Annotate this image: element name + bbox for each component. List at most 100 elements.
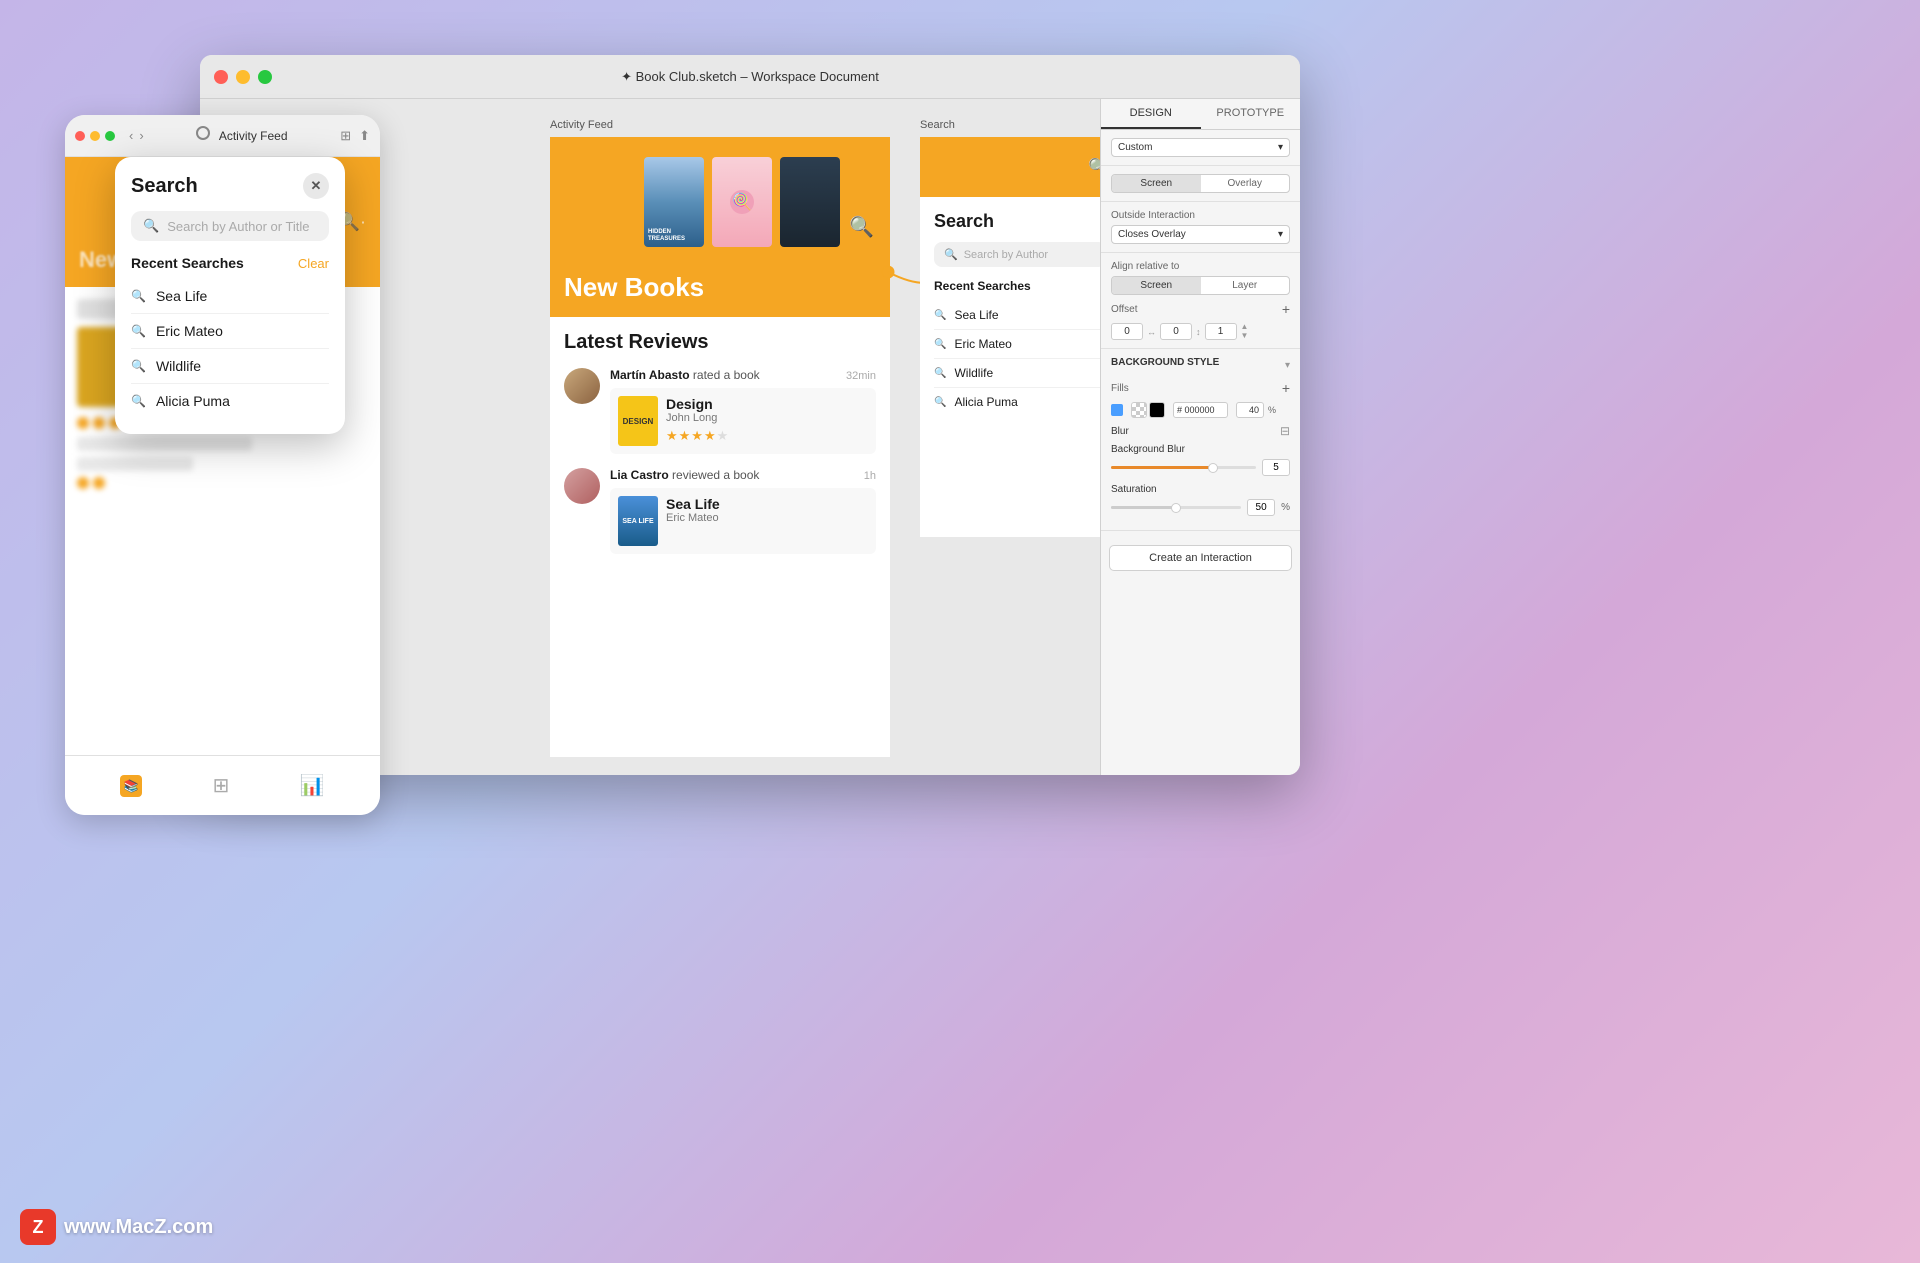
closes-overlay-dropdown[interactable]: Closes Overlay ▾ xyxy=(1111,225,1290,244)
book-title-2: Sea Life xyxy=(666,496,868,512)
sa-item-label-3: Wildlife xyxy=(954,366,993,380)
phone-search-item-1[interactable]: 🔍 Sea Life xyxy=(131,279,329,314)
overlay-btn[interactable]: Overlay xyxy=(1201,175,1290,192)
activity-artboard-content: New Books 🔍 HIDDENTREASURES 🍭 xyxy=(550,137,890,757)
sat-track[interactable] xyxy=(1111,506,1241,509)
phone-overlay-search-icon: 🔍 xyxy=(143,218,159,234)
tab-stats[interactable]: 📊 xyxy=(300,773,325,798)
blur-line-3 xyxy=(77,457,193,471)
sat-value-field[interactable]: 50 xyxy=(1247,499,1275,516)
fill-checkbox[interactable] xyxy=(1111,404,1123,416)
sa-search-icon: 🔍 xyxy=(944,248,958,261)
review-time-2: 1h xyxy=(864,470,876,482)
offset-arrows: ▲ ▼ xyxy=(1241,323,1249,340)
fullscreen-button[interactable] xyxy=(258,70,272,84)
phone-menu-icon[interactable]: ⊞ xyxy=(340,128,351,144)
sa-item-3[interactable]: 🔍 Wildlife xyxy=(934,359,1100,388)
new-books-title: New Books xyxy=(564,272,704,303)
blur-star-4 xyxy=(77,477,89,489)
screen-btn[interactable]: Screen xyxy=(1112,175,1201,192)
transition-section: Custom ▾ xyxy=(1101,130,1300,166)
offset-h-icon: ↔ xyxy=(1147,327,1156,337)
phone-search-item-3[interactable]: 🔍 Wildlife xyxy=(131,349,329,384)
color-swatch-checker xyxy=(1131,402,1147,418)
left-phone-traffic-lights[interactable] xyxy=(75,131,115,141)
left-phone-minimize[interactable] xyxy=(90,131,100,141)
phone-search-item-2[interactable]: 🔍 Eric Mateo xyxy=(131,314,329,349)
macz-logo: Z xyxy=(20,1209,56,1245)
blur-delete-btn[interactable]: ⊟ xyxy=(1280,424,1290,438)
activity-artboard: Activity Feed New Books 🔍 HIDDENTREASURE… xyxy=(550,119,890,757)
tab-browse-icon: ⊞ xyxy=(213,773,230,798)
saturation-label: Saturation xyxy=(1111,484,1290,495)
offset-z-field[interactable]: 1 xyxy=(1205,323,1237,340)
screen-overlay-section: Screen Overlay xyxy=(1101,166,1300,202)
offset-v-icon: ↕ xyxy=(1196,327,1201,337)
left-phone-fullscreen[interactable] xyxy=(105,131,115,141)
reviewer-action-2: reviewed a book xyxy=(669,468,760,482)
sa-item-2[interactable]: 🔍 Eric Mateo xyxy=(934,330,1100,359)
phone-search-item-4[interactable]: 🔍 Alicia Puma xyxy=(131,384,329,418)
offset-fields: 0 ↔ 0 ↕ 1 ▲ ▼ xyxy=(1111,323,1290,340)
sat-thumb[interactable] xyxy=(1171,503,1181,513)
tab-books[interactable]: 📚 xyxy=(120,775,142,797)
sa-item-label-2: Eric Mateo xyxy=(954,337,1011,351)
left-phone-close[interactable] xyxy=(75,131,85,141)
sa-item-icon-3: 🔍 xyxy=(934,368,946,379)
sat-fill xyxy=(1111,506,1176,509)
phone-overlay-clear-btn[interactable]: Clear xyxy=(298,256,329,271)
add-fill-btn[interactable]: + xyxy=(1282,380,1290,396)
book-author-2: Eric Mateo xyxy=(666,512,868,524)
minimize-button[interactable] xyxy=(236,70,250,84)
offset-x-field[interactable]: 0 xyxy=(1111,323,1143,340)
blur-thumb[interactable] xyxy=(1208,463,1218,473)
bg-style-chevron[interactable]: ▾ xyxy=(1285,360,1290,371)
design-panel: DESIGN PROTOTYPE Custom ▾ Screen Overlay… xyxy=(1100,99,1300,775)
screen-overlay-seg: Screen Overlay xyxy=(1111,174,1290,193)
tab-prototype[interactable]: PROTOTYPE xyxy=(1201,99,1301,129)
reviewer-name-row-2: Lia Castro reviewed a book 1h xyxy=(610,468,876,482)
book-cover-2: 🍭 xyxy=(712,157,772,247)
blur-value-field[interactable]: 5 xyxy=(1262,459,1290,476)
search-artboard-header: 🔍 xyxy=(920,137,1100,197)
hex-field[interactable]: # 000000 xyxy=(1173,402,1228,418)
book-detail-info-2: Sea Life Eric Mateo xyxy=(666,496,868,546)
blur-track[interactable] xyxy=(1111,466,1256,469)
transition-dropdown[interactable]: Custom ▾ xyxy=(1111,138,1290,157)
tab-browse[interactable]: ⊞ xyxy=(213,773,230,798)
phone-overlay-recent-label: Recent Searches xyxy=(131,255,244,271)
fills-label: Fills xyxy=(1111,383,1282,394)
book-detail-1: DESIGN Design John Long ★★★★★ xyxy=(610,388,876,454)
sa-item-1[interactable]: 🔍 Sea Life xyxy=(934,301,1100,330)
traffic-lights[interactable] xyxy=(214,70,272,84)
review-time-1: 32min xyxy=(846,370,876,382)
align-seg: Screen Layer xyxy=(1111,276,1290,295)
close-button[interactable] xyxy=(214,70,228,84)
add-offset-btn[interactable]: + xyxy=(1282,301,1290,317)
sa-item-icon-4: 🔍 xyxy=(934,397,946,408)
sa-item-label-4: Alicia Puma xyxy=(954,395,1017,409)
align-layer-btn[interactable]: Layer xyxy=(1201,277,1290,294)
background-blur-label: Background Blur xyxy=(1111,444,1290,455)
phone-overlay-search[interactable]: 🔍 Search by Author or Title xyxy=(131,211,329,241)
color-swatch-black[interactable] xyxy=(1149,402,1165,418)
outside-interaction-label: Outside Interaction xyxy=(1111,210,1290,221)
sa-search-bar[interactable]: 🔍 Search by Author xyxy=(934,242,1100,267)
tab-design[interactable]: DESIGN xyxy=(1101,99,1201,129)
sa-item-4[interactable]: 🔍 Alicia Puma xyxy=(934,388,1100,416)
offset-y-field[interactable]: 0 xyxy=(1160,323,1192,340)
opacity-field[interactable]: 40 xyxy=(1236,402,1264,418)
search-icon: 🔍 xyxy=(849,215,874,240)
align-label: Align relative to xyxy=(1111,261,1290,272)
forward-icon[interactable]: › xyxy=(139,128,143,143)
book-thumb-sealife: SEA LIFE xyxy=(618,496,658,546)
overlay-close-btn[interactable]: ✕ xyxy=(303,173,329,199)
sa-search-placeholder: Search by Author xyxy=(964,249,1048,261)
back-icon[interactable]: ‹ xyxy=(129,128,133,143)
phone-share-icon[interactable]: ⬆ xyxy=(359,128,370,144)
book-detail-info-1: Design John Long ★★★★★ xyxy=(666,396,868,446)
align-screen-btn[interactable]: Screen xyxy=(1112,277,1201,294)
blur-fill xyxy=(1111,466,1213,469)
sa-recent-title: Recent Searches xyxy=(934,279,1100,293)
create-interaction-btn[interactable]: Create an Interaction xyxy=(1109,545,1292,571)
